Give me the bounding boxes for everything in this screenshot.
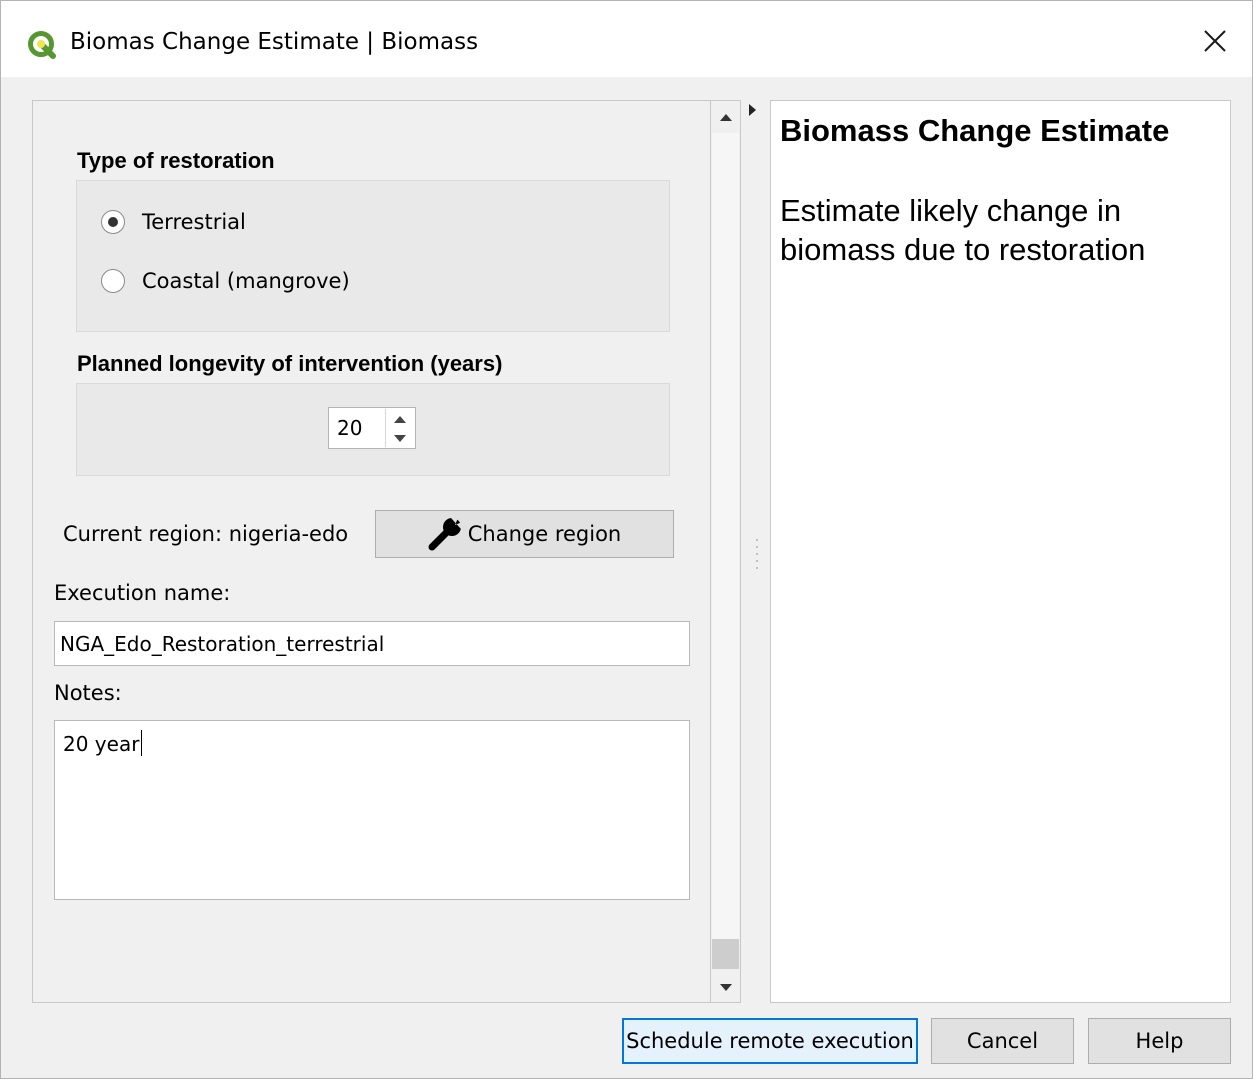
help-panel: Biomass Change Estimate Estimate likely … (770, 100, 1231, 1003)
spin-up-button[interactable] (386, 409, 414, 428)
change-region-label: Change region (467, 522, 622, 546)
triangle-up-icon (393, 409, 407, 428)
execution-name-label: Execution name: (54, 581, 231, 605)
splitter-handle[interactable] (756, 539, 758, 569)
title-bar: Biomas Change Estimate | Biomass (1, 1, 1252, 77)
dialog-window: Biomas Change Estimate | Biomass Type of… (0, 0, 1253, 1079)
scroll-track[interactable] (712, 133, 739, 969)
radio-coastal[interactable]: Coastal (mangrove) (101, 264, 350, 298)
radio-terrestrial-label: Terrestrial (142, 210, 246, 234)
text-cursor (141, 730, 142, 756)
scroll-up-button[interactable] (711, 101, 740, 131)
spin-down-button[interactable] (386, 428, 414, 447)
cancel-button-label: Cancel (966, 1029, 1039, 1053)
help-button[interactable]: Help (1088, 1018, 1231, 1064)
qgis-logo-icon (27, 30, 57, 60)
schedule-button-label: Schedule remote execution (626, 1029, 914, 1053)
triangle-down-icon (393, 428, 407, 447)
radio-button-unselected[interactable] (101, 269, 125, 293)
help-button-label: Help (1135, 1029, 1184, 1053)
change-region-button[interactable]: Change region (375, 510, 674, 558)
restoration-type-group: Terrestrial Coastal (mangrove) (76, 180, 670, 332)
longevity-value: 20 (337, 416, 363, 440)
current-region-label: Current region: nigeria-edo (63, 522, 349, 546)
radio-terrestrial[interactable]: Terrestrial (101, 205, 246, 239)
notes-field[interactable]: 20 year (54, 720, 690, 900)
vertical-scrollbar[interactable] (710, 100, 741, 1003)
radio-coastal-label: Coastal (mangrove) (142, 269, 350, 293)
collapse-arrow-icon[interactable] (746, 102, 760, 118)
help-description: Estimate likely change in biomass due to… (780, 193, 1146, 267)
close-icon (1203, 29, 1227, 57)
longevity-spinbox[interactable]: 20 (328, 407, 416, 449)
window-title: Biomas Change Estimate | Biomass (70, 29, 479, 55)
execution-name-field[interactable] (54, 621, 690, 666)
longevity-title: Planned longevity of intervention (years… (77, 351, 503, 376)
wrench-icon (428, 515, 466, 553)
restoration-type-title: Type of restoration (77, 148, 275, 173)
scroll-thumb[interactable] (712, 939, 739, 969)
cancel-button[interactable]: Cancel (931, 1018, 1074, 1064)
close-button[interactable] (1185, 15, 1245, 71)
notes-label: Notes: (54, 681, 122, 705)
scroll-up-icon (719, 107, 733, 126)
schedule-remote-execution-button[interactable]: Schedule remote execution (622, 1018, 918, 1064)
radio-button-selected[interactable] (101, 210, 125, 234)
help-title: Biomass Change Estimate (780, 113, 1170, 148)
spin-arrows (385, 409, 414, 447)
scroll-down-button[interactable] (711, 971, 740, 1001)
parameters-panel: Type of restoration Terrestrial Coastal … (32, 100, 741, 1003)
scroll-down-icon (719, 977, 733, 996)
